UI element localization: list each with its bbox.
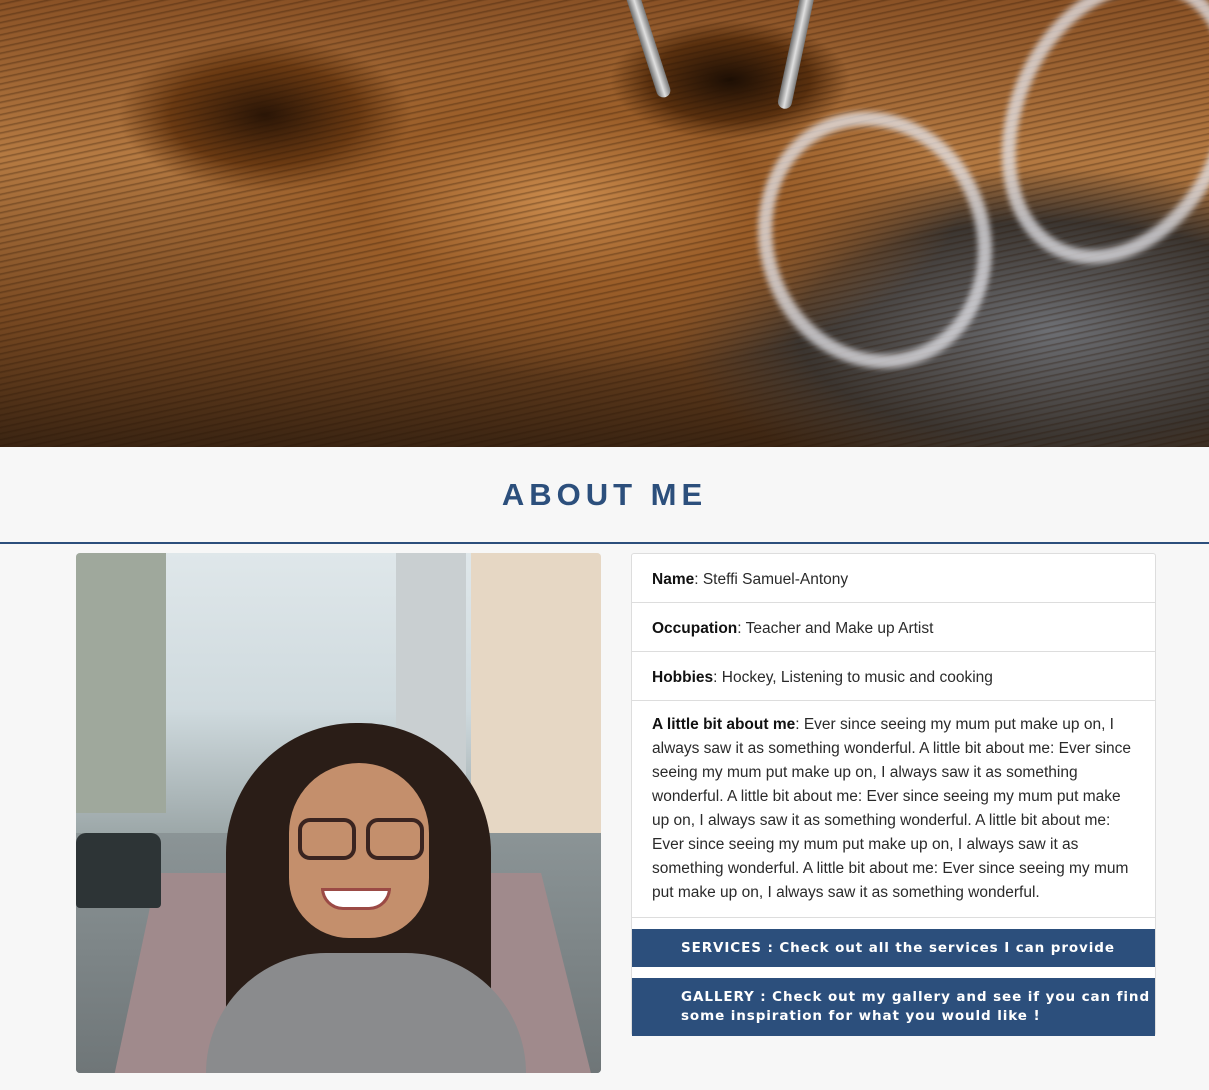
gallery-button[interactable]: GALLERY : Check out my gallery and see i… [632,978,1155,1036]
about-label: A little bit about me [652,716,796,733]
occupation-row: Occupation: Teacher and Make up Artist [632,603,1155,652]
services-button[interactable]: SERVICES : Check out all the services I … [632,929,1155,967]
hobbies-label: Hobbies [652,669,714,686]
hobbies-value: : Hockey, Listening to music and cooking [713,669,993,686]
page-title: ABOUT ME [501,477,708,512]
glasses-right [366,818,424,860]
glasses-left [298,818,356,860]
metal-rod [776,0,818,111]
metal-ring [722,78,1028,402]
services-button-label: SERVICES : Check out all the services I … [681,939,1115,956]
occupation-value: : Teacher and Make up Artist [737,620,934,637]
occupation-label: Occupation [652,620,738,637]
profile-info-card: Name: Steffi Samuel-Antony Occupation: T… [631,553,1156,1036]
section-divider [0,542,1209,544]
hero-banner-image [0,0,1209,447]
hobbies-row: Hobbies: Hockey, Listening to music and … [632,652,1155,701]
metal-ring [956,0,1209,303]
profile-photo [76,553,601,1073]
car [76,833,161,908]
name-value: : Steffi Samuel-Antony [694,571,849,588]
name-label: Name [652,571,695,588]
gallery-button-label: GALLERY : Check out my gallery and see i… [681,989,1151,1024]
about-value: : Ever since seeing my mum put make up o… [652,716,1132,901]
about-row: A little bit about me: Ever since seeing… [632,701,1155,918]
building [76,553,166,813]
name-row: Name: Steffi Samuel-Antony [632,554,1155,603]
person-smile [321,888,391,910]
building [471,553,601,853]
metal-rod [621,0,673,100]
